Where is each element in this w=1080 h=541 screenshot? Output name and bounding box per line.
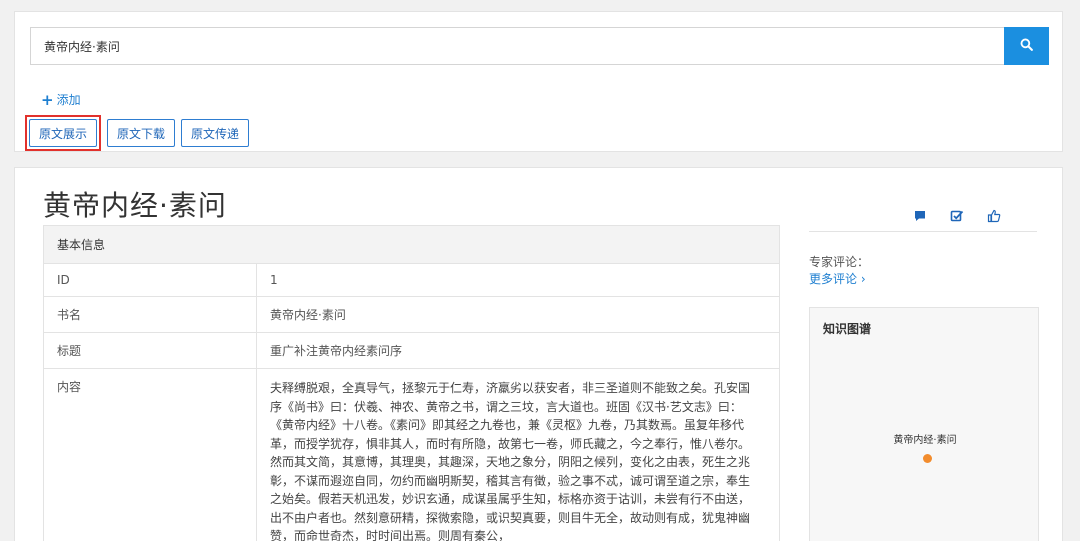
table-header-row: 基本信息: [43, 225, 780, 264]
search-panel: + 添加 原文展示 原文下载 原文传递: [14, 11, 1063, 152]
table-row: ID 1: [43, 263, 780, 297]
graph-node-label: 黄帝内经·素问: [893, 435, 957, 446]
comment-icon[interactable]: [912, 208, 928, 224]
row-value-content: 夫释缚脱艰，全真导气，拯黎元于仁寿，济羸劣以获安者，非三圣道则不能致之矣。孔安国…: [256, 368, 780, 541]
row-value: 重广补注黄帝内经素问序: [256, 332, 780, 369]
page-title: 黄帝内经·素问: [43, 189, 227, 222]
knowledge-graph-panel: 知识图谱 黄帝内经·素问: [809, 307, 1039, 541]
highlight-box: 原文展示: [25, 115, 102, 151]
table-row: 内容 夫释缚脱艰，全真导气，拯黎元于仁寿，济羸劣以获安者，非三圣道则不能致之矣。…: [43, 368, 780, 541]
graph-node[interactable]: [923, 454, 932, 463]
table-row: 书名 黄帝内经·素问: [43, 296, 780, 333]
check-edit-icon[interactable]: [949, 208, 965, 224]
table-row: 标题 重广补注黄帝内经素问序: [43, 332, 780, 369]
row-key: 内容: [43, 368, 257, 541]
knowledge-graph-title: 知识图谱: [823, 322, 872, 336]
row-key: 书名: [43, 296, 257, 333]
search-input[interactable]: [31, 28, 1016, 64]
record-actions: [912, 208, 1002, 224]
row-key: 标题: [43, 332, 257, 369]
search-button[interactable]: [1004, 27, 1049, 65]
search-icon: [1020, 38, 1033, 54]
record-panel: 黄帝内经·素问 基本信息 ID 1 书名 黄帝内经·素问 标题 重广补注黄帝内经…: [14, 167, 1063, 541]
divider: [809, 231, 1037, 232]
show-original-button[interactable]: 原文展示: [29, 119, 98, 147]
add-label: 添加: [56, 93, 81, 107]
deliver-original-button[interactable]: 原文传递: [181, 119, 250, 147]
info-table: 基本信息 ID 1 书名 黄帝内经·素问 标题 重广补注黄帝内经素问序 内容 夫…: [43, 225, 780, 541]
expert-comments-label: 专家评论：: [809, 255, 870, 269]
thumbs-up-icon[interactable]: [986, 208, 1002, 224]
plus-icon: +: [41, 90, 54, 109]
section-header: 基本信息: [43, 225, 780, 264]
more-comments-link[interactable]: 更多评论 ›: [809, 270, 866, 287]
row-key: ID: [43, 263, 257, 297]
original-text-actions: 原文展示 原文下载 原文传递: [25, 115, 250, 151]
add-link[interactable]: + 添加: [41, 91, 81, 108]
search-box: [30, 27, 1049, 65]
download-original-button[interactable]: 原文下载: [107, 119, 176, 147]
row-value: 黄帝内经·素问: [256, 296, 780, 333]
row-value: 1: [256, 263, 780, 297]
